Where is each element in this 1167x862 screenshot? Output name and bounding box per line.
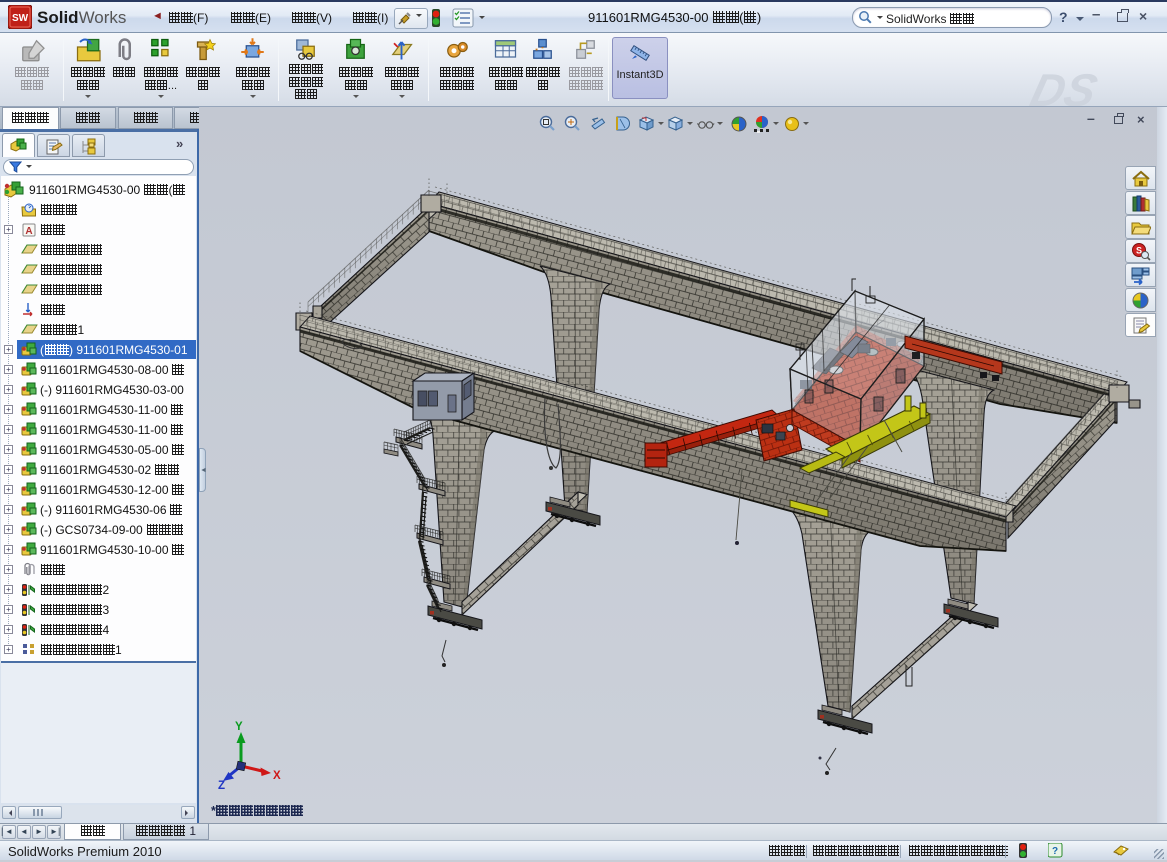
svg-text:?: ? <box>1052 846 1058 857</box>
svg-text:X: X <box>273 770 281 782</box>
svg-text:Z: Z <box>218 780 225 792</box>
svg-text:S: S <box>1136 246 1142 256</box>
svg-text:SW: SW <box>12 13 29 24</box>
svg-text:Y: Y <box>235 721 243 733</box>
svg-text:A: A <box>25 226 32 237</box>
